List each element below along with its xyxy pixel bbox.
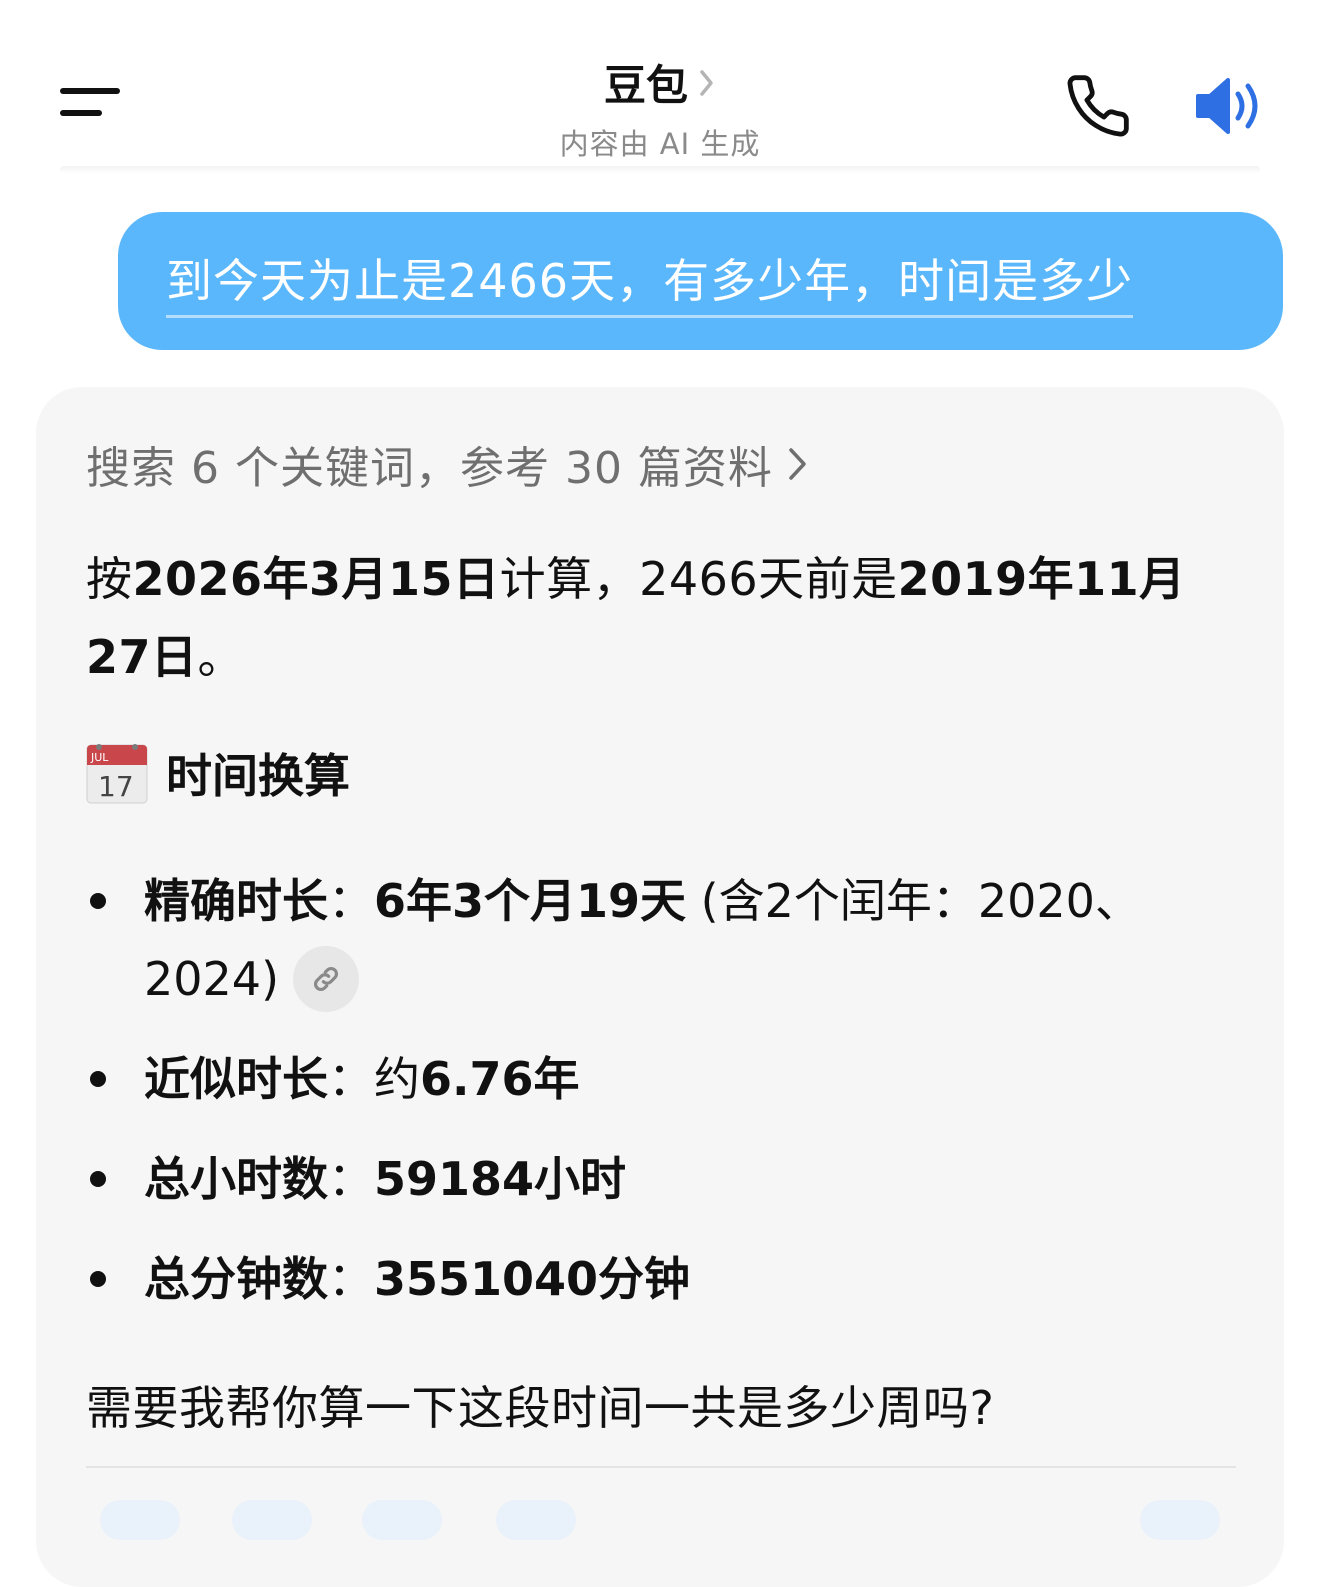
bot-title: 豆包 <box>603 61 688 110</box>
bot-title-button[interactable]: 豆包 <box>604 52 716 113</box>
list-item: 近似时长：约6.76年 <box>86 1040 1236 1118</box>
item-prefix: 约 <box>374 1052 420 1106</box>
item-value: 6.76年 <box>420 1052 580 1106</box>
list-item: 总分钟数：3551040分钟 <box>86 1240 1236 1318</box>
search-references-button[interactable]: 搜索 6 个关键词，参考 30 篇资料 <box>86 432 809 496</box>
calendar-icon-day: 17 <box>98 770 134 803</box>
user-message-bubble[interactable]: 到今天为止是2466天，有多少年，时间是多少 <box>118 212 1283 350</box>
bullet-dot <box>90 1271 106 1287</box>
link-icon <box>313 966 339 991</box>
reply-divider <box>86 1466 1236 1468</box>
answer-text: 。 <box>197 630 245 684</box>
list-item: 精确时长：6年3个月19天 (含2个闰年：2020、2024) <box>86 862 1236 1018</box>
item-separator: ： <box>328 874 374 928</box>
item-label: 精确时长 <box>144 874 328 928</box>
conversion-list: 精确时长：6年3个月19天 (含2个闰年：2020、2024) 近似时长：约6.… <box>86 862 1236 1318</box>
item-separator: ： <box>328 1152 374 1206</box>
answer-text: 按 <box>86 552 133 606</box>
phone-icon[interactable] <box>1064 72 1132 140</box>
action-chip[interactable] <box>100 1500 180 1540</box>
bullet-dot <box>90 893 106 909</box>
item-value: 59184小时 <box>374 1152 627 1206</box>
section-title: 时间换算 <box>166 749 350 803</box>
bullet-dot <box>90 1171 106 1187</box>
section-heading: JUL 17 时间换算 <box>86 740 350 806</box>
action-chip[interactable] <box>362 1500 442 1540</box>
item-value: 3551040分钟 <box>374 1252 691 1306</box>
header-divider-shadow <box>60 166 1260 174</box>
item-separator: ： <box>328 1252 374 1306</box>
chevron-right-icon <box>700 69 713 96</box>
answer-date-today: 2026年3月15日 <box>132 552 500 606</box>
calendar-icon: JUL 17 <box>86 744 148 804</box>
answer-paragraph: 按2026年3月15日计算，2466天前是2019年11月27日。 <box>86 540 1226 696</box>
calendar-icon-month: JUL <box>90 751 109 764</box>
user-message-text: 到今天为止是2466天，有多少年，时间是多少 <box>166 245 1134 318</box>
speaker-icon-glyph <box>1196 78 1258 134</box>
phone-icon-glyph <box>1067 75 1129 137</box>
top-bar: 豆包 内容由 AI 生成 <box>0 0 1320 175</box>
list-item: 总小时数：59184小时 <box>86 1140 1236 1218</box>
item-label: 近似时长 <box>144 1052 328 1106</box>
action-chip[interactable] <box>232 1500 312 1540</box>
action-chip[interactable] <box>496 1500 576 1540</box>
bullet-dot <box>90 1071 106 1087</box>
item-label: 总分钟数 <box>144 1252 328 1306</box>
chevron-right-icon <box>789 448 806 480</box>
reference-link-button[interactable] <box>293 945 360 1012</box>
item-separator: ： <box>328 1052 374 1106</box>
item-value: 6年3个月19天 <box>374 874 687 928</box>
action-chip[interactable] <box>1140 1500 1220 1540</box>
speaker-icon[interactable] <box>1192 72 1268 140</box>
search-summary-text: 搜索 6 个关键词，参考 30 篇资料 <box>86 443 773 494</box>
answer-text: 计算，2466天前是 <box>499 552 898 606</box>
item-label: 总小时数 <box>144 1152 328 1206</box>
followup-question: 需要我帮你算一下这段时间一共是多少周吗? <box>86 1381 995 1435</box>
